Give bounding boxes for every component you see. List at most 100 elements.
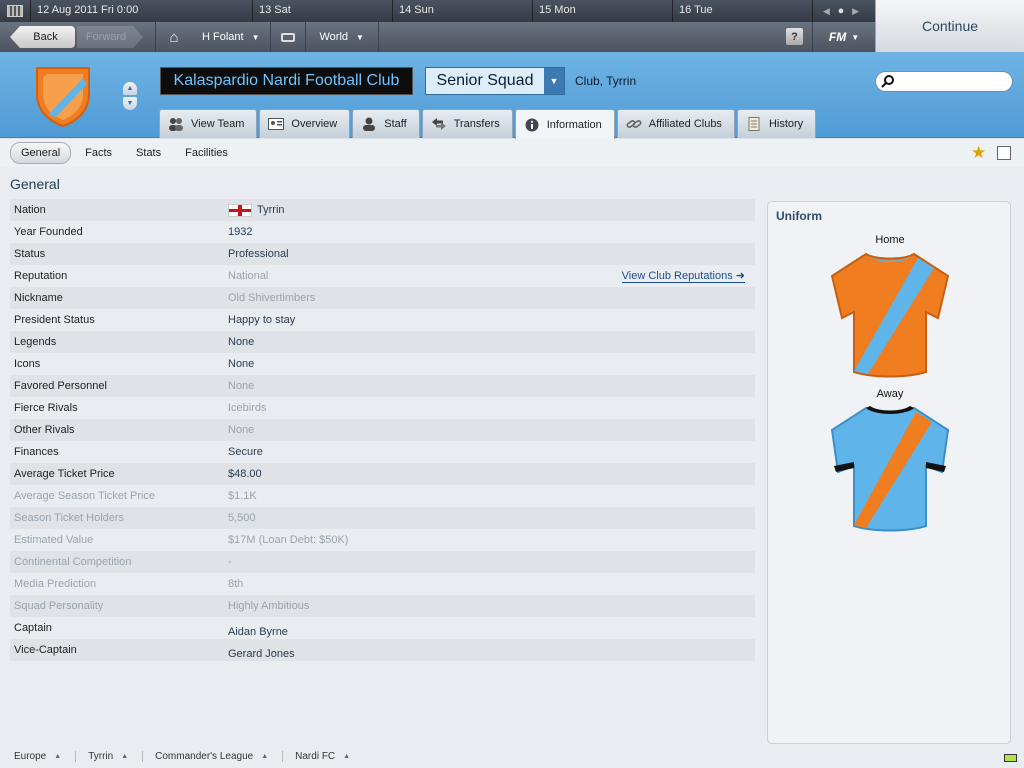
tab-label: View Team: [191, 118, 245, 130]
squad-select-value: Senior Squad: [436, 72, 534, 89]
notepad-icon: [746, 117, 762, 131]
add-note-icon[interactable]: [997, 146, 1011, 160]
manager-menu[interactable]: H Folant ▼: [192, 22, 270, 52]
tab-information[interactable]: Information: [514, 109, 615, 139]
calendar-day[interactable]: 13 Sat: [252, 0, 392, 22]
row-value: $48.00: [228, 468, 262, 480]
tab-label: Affiliated Clubs: [648, 118, 722, 130]
world-menu[interactable]: World ▼: [306, 22, 379, 52]
table-row: Season Ticket Holders 5,500: [10, 507, 755, 529]
search-input[interactable]: [875, 71, 1013, 92]
tab-overview[interactable]: Overview: [259, 109, 351, 138]
world-label: World: [319, 31, 349, 43]
table-row: Average Ticket Price $48.00: [10, 463, 755, 485]
table-row: Estimated Value $17M (Loan Debt: $50K): [10, 529, 755, 551]
row-label: Season Ticket Holders: [14, 512, 125, 524]
table-row: Captain Aidan Byrne: [10, 617, 755, 639]
chevron-up-icon: ▲: [261, 752, 269, 760]
arrow-right-icon: ➜: [735, 270, 745, 282]
tab-label: Transfers: [453, 118, 500, 130]
row-value: Secure: [228, 446, 263, 458]
section-title: General: [10, 176, 60, 192]
sub-tabs: General Facts Stats Facilities: [0, 139, 1024, 167]
breadcrumb-item[interactable]: Tyrrin ▲: [88, 750, 144, 762]
row-label: Status: [14, 248, 46, 260]
row-value: None: [228, 336, 255, 348]
table-row: Continental Competition -: [10, 551, 755, 573]
vice-captain-link[interactable]: Gerard Jones: [228, 640, 755, 660]
row-label: Media Prediction: [14, 578, 96, 590]
breadcrumb-item[interactable]: Europe ▲: [14, 750, 77, 762]
subtab-general[interactable]: General: [10, 142, 72, 164]
tab-transfers[interactable]: Transfers: [421, 109, 513, 138]
row-value: Old Shivertimbers: [228, 292, 316, 304]
back-button[interactable]: Back: [10, 26, 75, 48]
id-card-icon: [268, 117, 285, 131]
prev-icon[interactable]: ◀: [823, 6, 830, 17]
table-row: Average Season Ticket Price $1.1K: [10, 485, 755, 507]
tab-affiliated-clubs[interactable]: Affiliated Clubs: [616, 109, 735, 138]
row-value: Professional: [228, 248, 289, 260]
row-label: Average Ticket Price: [14, 468, 115, 480]
navigation-bar: Back Forward ⌂ H Folant ▼ World ▼ ? FM ▼: [0, 22, 875, 52]
table-row: Status Professional: [10, 243, 755, 265]
chevron-down-icon[interactable]: ▼: [544, 68, 564, 94]
down-arrow-icon[interactable]: ▼: [123, 97, 137, 110]
row-value[interactable]: Tyrrin: [228, 203, 755, 217]
home-icon[interactable]: ⌂: [156, 22, 192, 52]
table-row: President Status Happy to stay: [10, 309, 755, 331]
row-label: Estimated Value: [14, 534, 94, 546]
tab-staff[interactable]: Staff: [352, 109, 420, 138]
row-value[interactable]: Icebirds: [228, 402, 755, 414]
flag-icon: [228, 203, 252, 217]
row-label: Icons: [14, 358, 41, 370]
calendar-bar: 12 Aug 2011 Fri 0:00 13 Sat 14 Sun 15 Mo…: [0, 0, 875, 22]
continue-button[interactable]: Continue: [875, 0, 1024, 52]
next-icon[interactable]: ▶: [852, 6, 859, 17]
up-arrow-icon[interactable]: ▲: [123, 82, 137, 95]
row-label: Squad Personality: [14, 600, 104, 612]
away-kit-label: Away: [876, 388, 904, 400]
calendar-controls[interactable]: ◀ ● ▶: [812, 0, 869, 22]
row-label: Favored Personnel: [14, 380, 107, 392]
calendar-day[interactable]: 16 Tue: [672, 0, 812, 22]
tab-view-team[interactable]: View Team: [159, 109, 258, 138]
club-crest-icon: [36, 67, 90, 128]
calendar-day[interactable]: 15 Mon: [532, 0, 672, 22]
main-content: General Nation Tyrrin Year Founded 1932 …: [0, 167, 1024, 744]
tab-label: Information: [546, 118, 602, 131]
captain-link[interactable]: Aidan Byrne: [228, 618, 755, 638]
link-icon: [626, 117, 642, 131]
row-value: $1.1K: [228, 490, 257, 502]
table-row: Icons None: [10, 353, 755, 375]
tab-history[interactable]: History: [736, 109, 817, 138]
club-stepper[interactable]: ▲ ▼: [123, 82, 137, 110]
breadcrumb: Europe ▲ Tyrrin ▲ Commander's League ▲ Nard…: [0, 744, 1024, 768]
dot-icon[interactable]: ●: [838, 5, 845, 17]
row-value: 8th: [228, 578, 244, 590]
view-club-reputations-link[interactable]: View Club Reputations ➜: [621, 269, 745, 283]
help-button[interactable]: ?: [786, 28, 803, 45]
calendar-icon[interactable]: [0, 0, 30, 22]
table-row: Legends None: [10, 331, 755, 353]
club-tabs: View Team Overview Staff Transfers Infor…: [159, 109, 817, 139]
table-row: Finances Secure: [10, 441, 755, 463]
inbox-icon[interactable]: [269, 22, 306, 52]
breadcrumb-item[interactable]: Nardi FC ▲: [295, 751, 364, 762]
forward-button[interactable]: Forward: [77, 26, 143, 48]
row-label: Average Season Ticket Price: [14, 490, 156, 502]
chevron-down-icon: ▼: [851, 32, 860, 42]
row-label: Fierce Rivals: [14, 402, 78, 414]
info-table: Nation Tyrrin Year Founded 1932 Status P…: [10, 199, 755, 661]
table-row: Vice-Captain Gerard Jones: [10, 639, 755, 661]
subtab-facilities[interactable]: Facilities: [175, 143, 238, 163]
star-icon[interactable]: ★: [971, 143, 986, 163]
subtab-facts[interactable]: Facts: [75, 143, 122, 163]
fm-logo: FM: [828, 30, 847, 44]
breadcrumb-item[interactable]: Commander's League ▲: [155, 750, 284, 762]
fm-menu[interactable]: FM ▼: [812, 22, 875, 52]
row-label: Nation: [14, 204, 46, 216]
calendar-day[interactable]: 14 Sun: [392, 0, 532, 22]
subtab-stats[interactable]: Stats: [126, 143, 171, 163]
squad-select[interactable]: Senior Squad ▼: [425, 67, 565, 95]
